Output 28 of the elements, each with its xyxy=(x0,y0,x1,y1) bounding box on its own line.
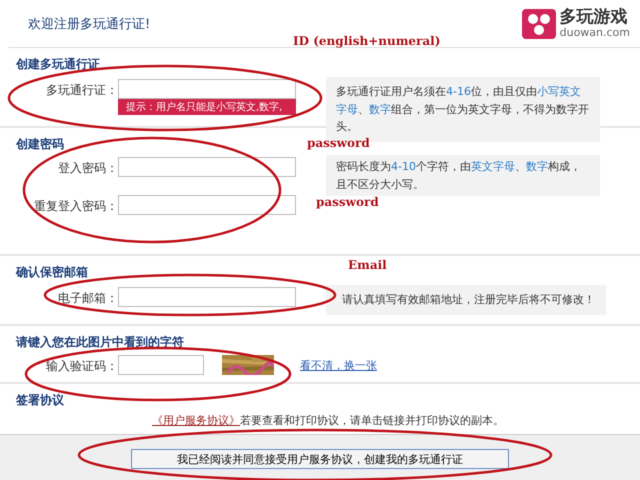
field-label: 多玩通行证： xyxy=(45,82,118,99)
section-title: 请键入您在此图片中看到的字符 xyxy=(16,334,184,351)
section-title: 创建密码 xyxy=(16,136,64,153)
input-field[interactable] xyxy=(118,195,296,215)
error-tooltip: 提示：用户名只能是小写英文,数字, xyxy=(118,99,296,115)
logo-icon xyxy=(522,8,556,38)
captcha-input[interactable] xyxy=(118,355,204,375)
annotation-label: Email xyxy=(348,258,387,272)
hint-text: 密码长度为4-10个字符，由英文字母、数字构成，且不区分大小写。 xyxy=(326,155,600,196)
page-title: 欢迎注册多玩通行证! xyxy=(28,16,150,32)
hint-text: 请认真填写有效邮箱地址，注册完毕后将不可修改！ xyxy=(326,285,606,315)
field-label: 登入密码： xyxy=(57,160,118,177)
logo-name: 多玩游戏 xyxy=(560,8,629,27)
field-label: 电子邮箱： xyxy=(57,290,118,307)
refresh-captcha-link[interactable]: 看不清，换一张 xyxy=(300,355,377,373)
annotation-label: ID (english+numeral) xyxy=(293,34,440,48)
section-title: 签署协议 xyxy=(16,392,64,409)
agreement-link[interactable]: 《用户服务协议》 xyxy=(152,414,240,427)
section-title: 确认保密邮箱 xyxy=(16,264,88,281)
field-label: 重复登入密码： xyxy=(33,198,118,215)
agreement-text: 《用户服务协议》若要查看和打印协议，请单击链接并打印协议的副本。 xyxy=(151,413,505,428)
input-field[interactable] xyxy=(118,79,296,99)
annotation-label: password xyxy=(316,195,379,209)
submit-button[interactable]: 我已经阅读并同意接受用户服务协议，创建我的多玩通行证 xyxy=(131,449,509,469)
input-field[interactable] xyxy=(118,287,296,307)
logo-domain: duowan.com xyxy=(560,26,630,39)
input-field[interactable] xyxy=(118,157,296,177)
field-label: 输入验证码： xyxy=(45,358,118,375)
